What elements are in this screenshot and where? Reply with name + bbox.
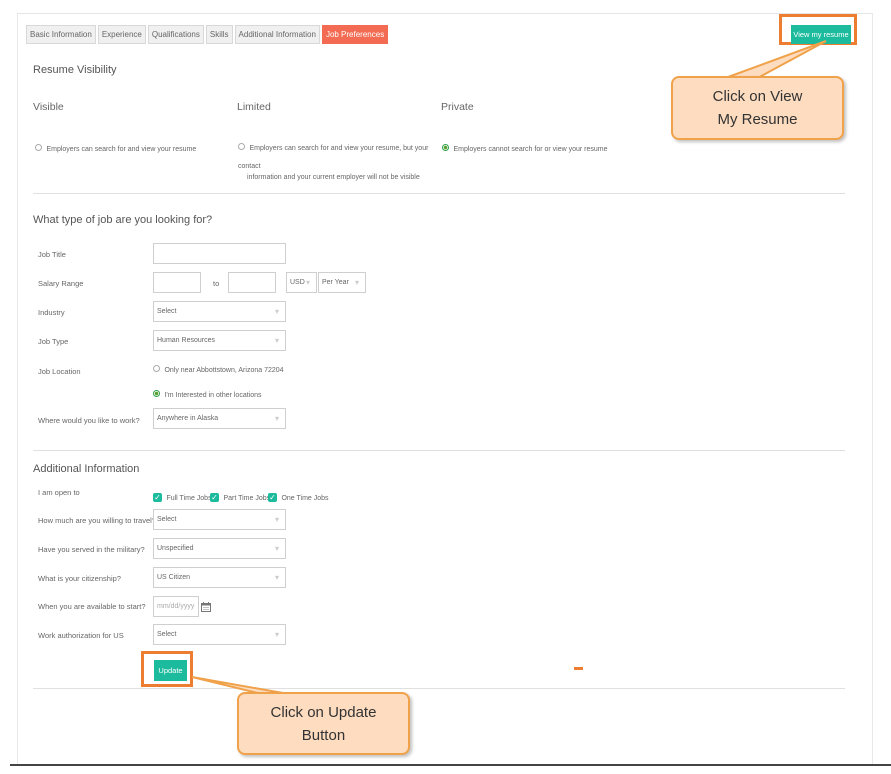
- view-resume-callout-line2: My Resume: [717, 111, 798, 128]
- view-resume-callout: Click on View My Resume: [671, 76, 844, 140]
- view-resume-callout-line1: Click on View: [712, 88, 803, 105]
- update-callout-line1: Click on Update: [270, 703, 377, 721]
- update-callout: Click on Update Button: [237, 692, 410, 755]
- update-callout-line2: Button: [301, 726, 346, 744]
